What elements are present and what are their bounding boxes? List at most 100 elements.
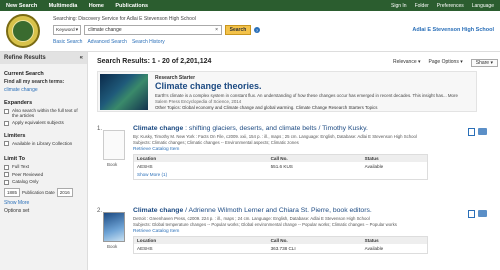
page-options-label: Page Options	[428, 59, 459, 65]
date-to-input[interactable]: 2016	[56, 187, 73, 197]
help-icon[interactable]: ?	[254, 27, 260, 33]
checkbox[interactable]	[4, 141, 9, 146]
search-query: climate change	[88, 27, 122, 33]
result-number: 1.	[97, 126, 103, 132]
school-name: Adlai E Stevenson High School	[412, 27, 494, 33]
clear-icon[interactable]: ×	[215, 27, 218, 33]
result-title-link[interactable]: Climate change : shifting glaciers, dese…	[133, 125, 368, 132]
result-title-bold: Climate change	[133, 207, 184, 214]
preview-doc-icon[interactable]	[468, 128, 475, 136]
limit-label: Full Text	[12, 164, 30, 169]
result-title-bold: Climate change	[133, 125, 184, 132]
cell-location: AESHS	[137, 246, 153, 251]
search-links: Basic Search Advanced Search Search Hist…	[53, 39, 165, 45]
starter-title-link[interactable]: Climate change theories.	[155, 81, 262, 91]
limiters-heading: Limiters	[4, 132, 26, 139]
limit-full-text[interactable]: Full Text	[4, 164, 83, 170]
nav-home[interactable]: Home	[89, 3, 104, 9]
result-title-rest: / Adrienne Wilmoth Lerner and Chiara St.…	[183, 207, 372, 214]
preferences-link[interactable]: Preferences	[437, 3, 464, 9]
current-search-heading: Current Search	[4, 71, 44, 77]
holdings-table: Location Call No. Status AESHS 363.738 C…	[133, 236, 428, 254]
checkbox[interactable]	[4, 108, 9, 114]
find-all-value[interactable]: climate change	[4, 87, 83, 93]
limit-label: Peer Reviewed	[12, 171, 44, 177]
date-from-input[interactable]: 1885	[4, 187, 21, 197]
school-seal-logo	[6, 14, 40, 48]
result-subjects: Subjects: Global temperature changes -- …	[133, 222, 397, 227]
cell-status: Available	[364, 164, 384, 169]
retrieve-catalog-link[interactable]: Retrieve Catalog Item	[133, 229, 179, 234]
top-toolbar: New Search Multimedia Home Publications …	[0, 0, 500, 11]
nav-publications[interactable]: Publications	[115, 3, 148, 9]
share-button[interactable]: Share ▾	[470, 59, 498, 67]
page-options-menu[interactable]: Page Options ▾	[429, 59, 463, 67]
result-subjects: Subjects: Climatic changes; Climatic cha…	[133, 140, 299, 145]
advanced-search-link[interactable]: Advanced Search	[87, 39, 126, 45]
search-history-link[interactable]: Search History	[132, 39, 165, 45]
result-type: Book	[107, 162, 118, 167]
holdings-table: Location Call No. Status AESHS 551.6 KUS…	[133, 154, 428, 180]
results-controls: Relevance ▾ Page Options ▾ Share ▾	[393, 59, 498, 67]
col-status: Status	[364, 156, 379, 161]
limit-peer-reviewed[interactable]: Peer Reviewed	[4, 171, 83, 177]
language-menu[interactable]: Language	[472, 3, 494, 9]
book-cover-image[interactable]	[103, 212, 125, 242]
research-starter: Research Starter Climate change theories…	[97, 71, 477, 112]
table-header: Location Call No. Status	[134, 237, 427, 244]
add-to-folder-icon[interactable]	[478, 210, 487, 217]
publication-date-range: 1885 Publication Date 2016	[4, 187, 83, 197]
checkbox[interactable]	[4, 120, 9, 126]
col-call-no: Call No.	[270, 238, 288, 243]
starter-image	[100, 74, 148, 110]
preview-doc-icon[interactable]	[468, 210, 475, 218]
find-all-label: Find all my search terms:	[4, 79, 65, 85]
search-button[interactable]: Search	[225, 25, 251, 35]
limit-label: Catalog Only	[12, 179, 39, 184]
result-title-link[interactable]: Climate change / Adrienne Wilmoth Lerner…	[133, 207, 372, 214]
result-actions	[468, 210, 487, 218]
results-main: Search Results: 1 - 20 of 2,201,124 Rele…	[92, 52, 500, 270]
top-right-links: Sign In Folder Preferences Language	[391, 3, 494, 9]
search-input[interactable]: climate change ×	[84, 25, 222, 35]
folder-link[interactable]: Folder	[415, 3, 429, 9]
options-set-link[interactable]: Options set	[4, 208, 83, 214]
col-call-no: Call No.	[270, 156, 288, 161]
retrieve-catalog-link[interactable]: Retrieve Catalog Item	[133, 147, 179, 152]
add-to-folder-icon[interactable]	[478, 128, 487, 135]
nav-multimedia[interactable]: Multimedia	[49, 3, 78, 9]
search-field-value: Keyword	[56, 27, 75, 33]
limiter-library[interactable]: Available in Library Collection	[4, 141, 83, 146]
starter-description: Earth's climate is a complex system in c…	[155, 93, 458, 98]
checkbox[interactable]	[4, 179, 9, 185]
nav-new-search[interactable]: New Search	[6, 3, 37, 9]
cell-call-no: 551.6 KUS	[270, 164, 293, 169]
starter-source: Salem Press Encyclopedia of Science, 201…	[155, 99, 242, 104]
expander-fulltext[interactable]: Also search within the full text of the …	[4, 108, 83, 118]
book-thumbnail[interactable]	[103, 130, 125, 160]
expander-equivalent[interactable]: Apply equivalent subjects	[4, 120, 83, 126]
sign-in-link[interactable]: Sign In	[391, 3, 407, 9]
result-type: Book	[107, 244, 118, 249]
searching-label: Searching: Discovery Service for Adlai E…	[53, 16, 196, 22]
show-more-holdings[interactable]: Show More (1)	[134, 171, 427, 179]
starter-topics: Other Topics: Global economy and Climate…	[155, 105, 378, 110]
checkbox[interactable]	[4, 164, 9, 170]
col-location: Location	[137, 238, 157, 243]
result-byline: Detroit : Greenhaven Press, c2009. 224 p…	[133, 216, 370, 221]
result-number: 2.	[97, 208, 103, 214]
refine-title: Refine Results «	[0, 52, 87, 64]
cell-status: Available	[364, 246, 384, 251]
refine-title-text: Refine Results	[4, 55, 46, 61]
table-header: Location Call No. Status	[134, 155, 427, 162]
top-nav: New Search Multimedia Home Publications	[6, 3, 158, 9]
checkbox[interactable]	[4, 172, 9, 177]
basic-search-link[interactable]: Basic Search	[53, 39, 82, 45]
relevance-sort-menu[interactable]: Relevance ▾	[393, 59, 421, 67]
search-field-select[interactable]: Keyword ▾	[53, 25, 81, 35]
table-row: AESHS 363.738 CLI Available	[134, 244, 427, 253]
limit-catalog-only[interactable]: Catalog Only	[4, 179, 83, 185]
show-more-link[interactable]: Show More	[4, 200, 83, 206]
col-status: Status	[364, 238, 379, 243]
collapse-icon[interactable]: «	[80, 55, 83, 61]
